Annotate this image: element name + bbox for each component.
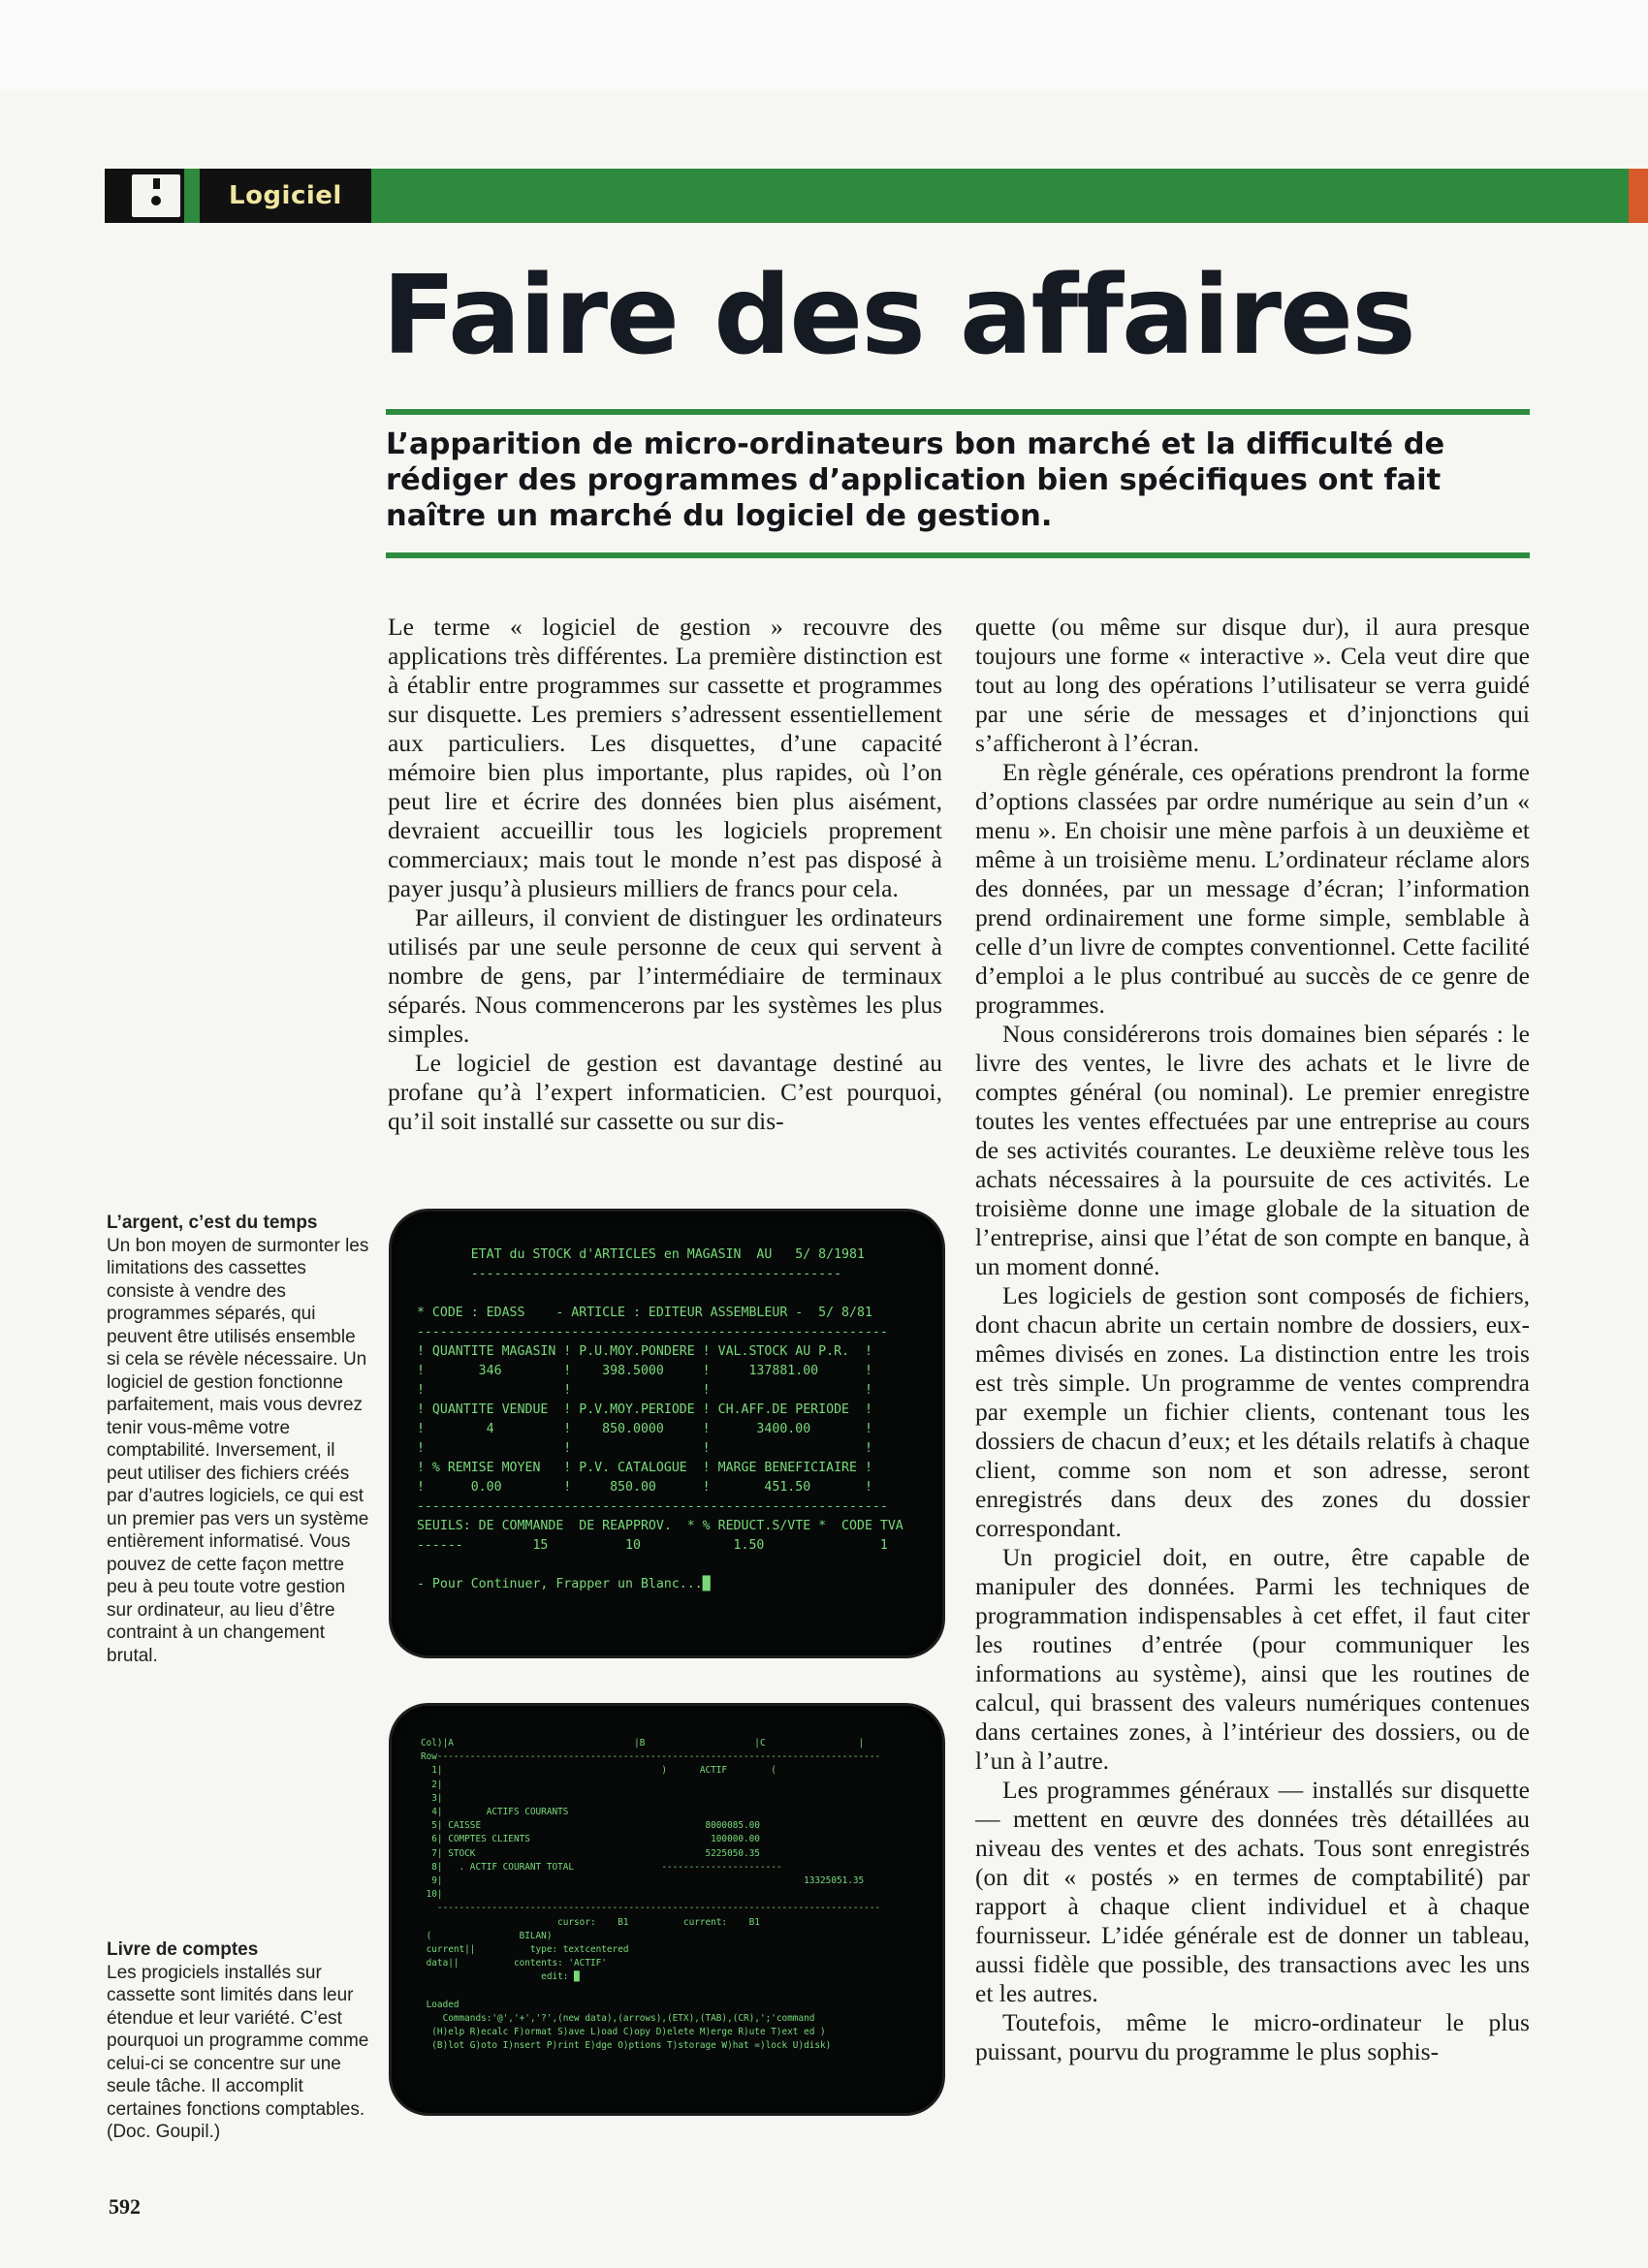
body-paragraph: Par ailleurs, il convient de distinguer …	[388, 903, 942, 1048]
sidenote-time-money: L’argent, c’est du temps Un bon moyen de…	[107, 1212, 370, 1667]
body-paragraph: Les logiciels de gestion sont composés d…	[975, 1281, 1530, 1542]
body-paragraph: Le logiciel de gestion est davantage des…	[388, 1049, 942, 1135]
title-rule-top	[386, 409, 1530, 415]
spreadsheet-text: Col)|A |B |C | Row----------------------…	[421, 1738, 881, 2052]
body-column-right: quette (ou même sur disque dur), il aura…	[975, 613, 1530, 2144]
stock-report-screen: ETAT du STOCK d'ARTICLES en MAGASIN AU 5…	[392, 1212, 942, 1655]
disk-icon-shutter	[153, 178, 160, 189]
sidenote-heading: Livre de comptes	[107, 1939, 259, 1960]
spreadsheet-screen: Col)|A |B |C | Row----------------------…	[392, 1706, 942, 2113]
sidenote-heading: L’argent, c’est du temps	[107, 1213, 318, 1233]
body-paragraph: Le terme « logiciel de gestion » recouvr…	[388, 613, 942, 902]
sidenote-ledger: Livre de comptes Les progiciels installé…	[107, 1938, 370, 2144]
body-column-left: Le terme « logiciel de gestion » recouvr…	[388, 613, 942, 1186]
magazine-page: Logiciel Faire des affaires L’apparition…	[0, 0, 1648, 2268]
sidenote-text: Les progiciels installés sur cassette so…	[107, 1962, 369, 2143]
page-margin-top	[0, 0, 1648, 89]
body-paragraph: Toutefois, même le micro-ordinateur le p…	[975, 2008, 1530, 2065]
sidenote-text: Un bon moyen de surmonter les limitation…	[107, 1235, 369, 1666]
article-lead: L’apparition de micro-ordinateurs bon ma…	[386, 427, 1445, 533]
page-number: 592	[109, 2194, 141, 2219]
body-paragraph: En règle générale, ces opérations prendr…	[975, 758, 1530, 1019]
body-paragraph: quette (ou même sur disque dur), il aura…	[975, 613, 1530, 757]
body-paragraph: Un progiciel doit, en outre, être capabl…	[975, 1543, 1530, 1775]
title-rule-bottom	[386, 552, 1530, 558]
body-paragraph: Les programmes généraux — installés sur …	[975, 1776, 1530, 2007]
stock-report-text: ETAT du STOCK d'ARTICLES en MAGASIN AU 5…	[416, 1246, 903, 1591]
article-title: Faire des affaires	[382, 253, 1416, 379]
section-label: Logiciel	[200, 169, 371, 223]
body-paragraph: Nous considérerons trois domaines bien s…	[975, 1020, 1530, 1280]
section-edge-tab	[1629, 169, 1648, 223]
disk-icon-hole	[151, 196, 161, 205]
disk-icon	[132, 174, 180, 217]
